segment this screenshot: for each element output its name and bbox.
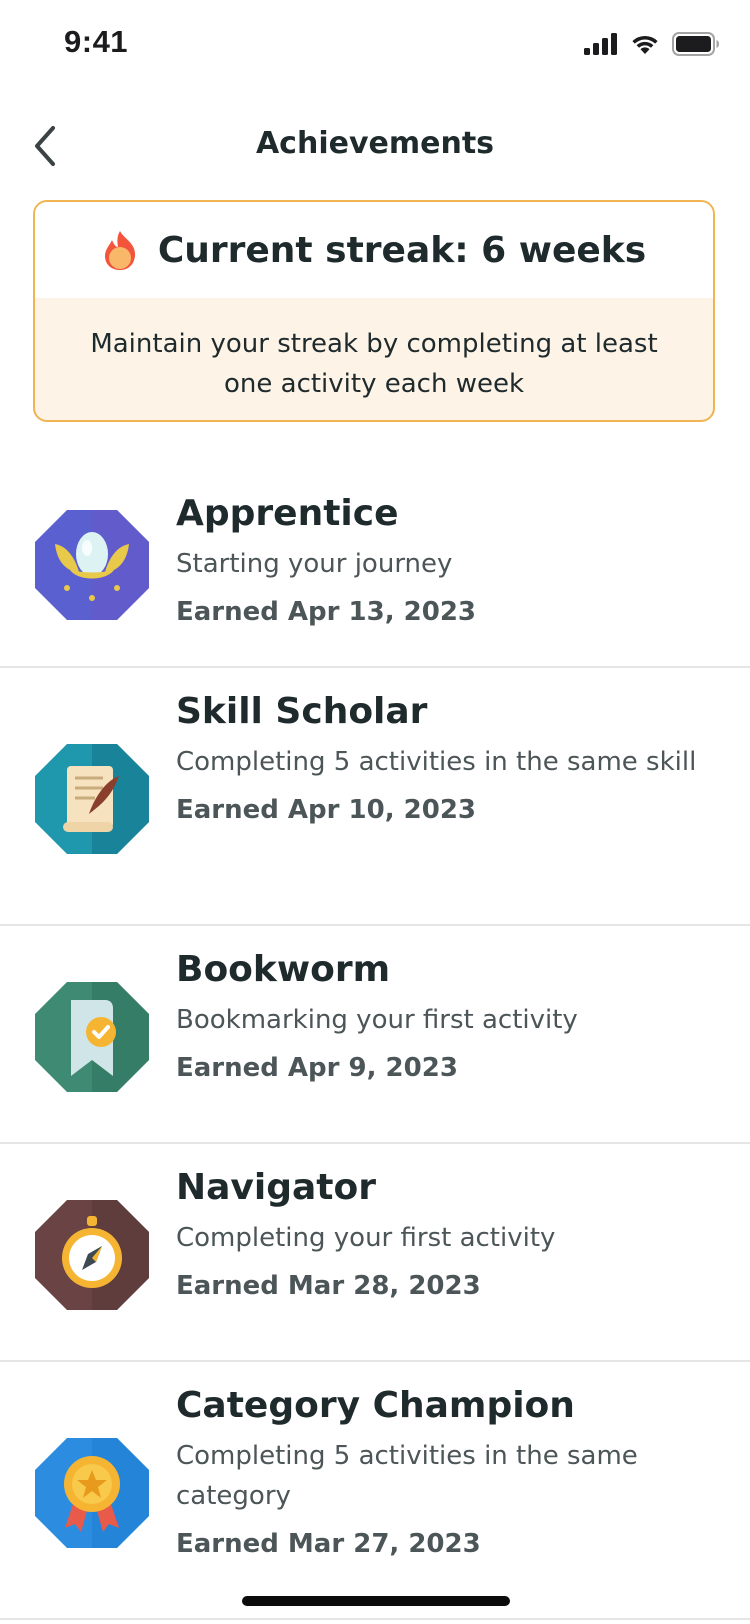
streak-title: Current streak: 6 weeks <box>157 229 647 271</box>
medal-badge-icon <box>35 1438 149 1548</box>
achievements-list: Apprentice Starting your journey Earned … <box>0 468 750 1620</box>
achievement-title: Navigator <box>176 1167 376 1208</box>
status-bar: 9:41 <box>0 0 750 92</box>
achievement-description: Completing 5 activities in the same skil… <box>176 747 697 777</box>
navigation-header: Achievements <box>0 100 750 192</box>
status-time: 9:41 <box>64 24 129 59</box>
achievement-earned-date: Earned Mar 28, 2023 <box>176 1271 481 1301</box>
achievement-description: Starting your journey <box>176 549 453 579</box>
achievement-title: Apprentice <box>176 493 399 534</box>
achievement-description: Bookmarking your first activity <box>176 1005 578 1035</box>
wifi-icon <box>632 35 658 54</box>
achievement-description: Completing 5 activities in the same cate… <box>176 1441 638 1511</box>
lotus-egg-badge-icon <box>35 510 149 620</box>
page-title: Achievements <box>255 126 495 161</box>
bookmark-check-badge-icon <box>35 982 149 1092</box>
achievement-apprentice[interactable]: Apprentice Starting your journey Earned … <box>0 468 750 668</box>
streak-header: Current streak: 6 weeks <box>35 202 713 298</box>
streak-card: Current streak: 6 weeks Maintain your st… <box>33 200 715 422</box>
flame-icon <box>104 231 135 270</box>
achievement-navigator[interactable]: Navigator Completing your first activity… <box>0 1144 750 1362</box>
achievement-title: Skill Scholar <box>176 691 428 732</box>
achievement-earned-date: Earned Apr 13, 2023 <box>176 597 477 627</box>
home-indicator[interactable] <box>242 1596 510 1606</box>
achievement-skill-scholar[interactable]: Skill Scholar Completing 5 activities in… <box>0 668 750 926</box>
compass-badge-icon <box>35 1200 149 1310</box>
streak-description: Maintain your streak by completing at le… <box>90 329 658 399</box>
achievement-bookworm[interactable]: Bookworm Bookmarking your first activity… <box>0 926 750 1144</box>
achievement-title: Bookworm <box>176 949 391 990</box>
achievement-category-champion[interactable]: Category Champion Completing 5 activitie… <box>0 1362 750 1620</box>
scroll-quill-badge-icon <box>35 744 149 854</box>
achievement-description: Completing your first activity <box>176 1223 556 1253</box>
achievement-earned-date: Earned Apr 9, 2023 <box>176 1053 458 1083</box>
battery-icon <box>672 32 719 56</box>
achievement-earned-date: Earned Apr 10, 2023 <box>176 795 477 825</box>
achievement-earned-date: Earned Mar 27, 2023 <box>176 1529 481 1559</box>
status-icons <box>584 32 720 56</box>
cellular-signal-icon <box>584 33 617 55</box>
achievement-title: Category Champion <box>176 1385 575 1426</box>
